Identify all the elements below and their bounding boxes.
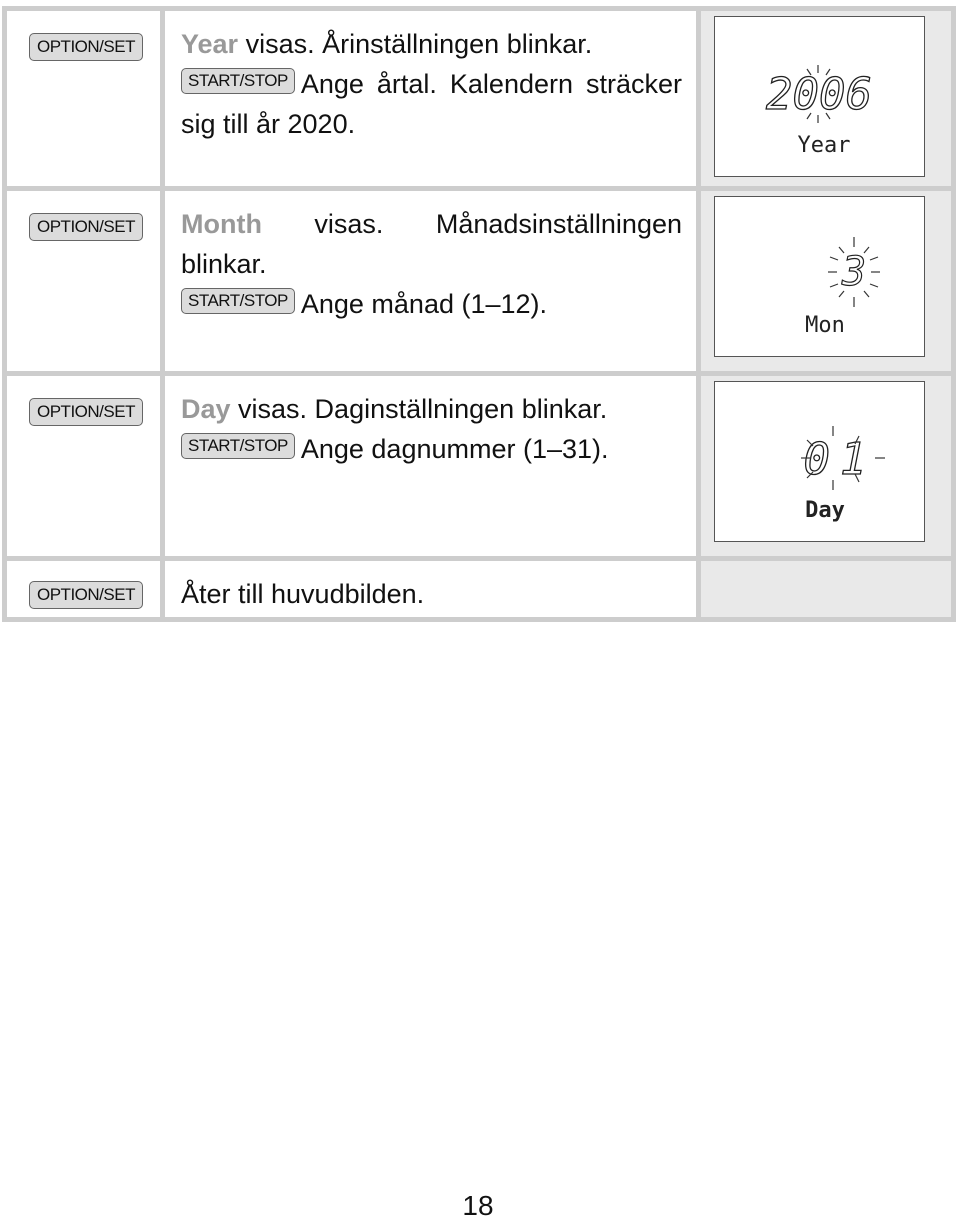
display-cell: 2006 Year <box>701 11 951 186</box>
key-cell: OPTION/SET <box>7 376 165 556</box>
description-text: Ange dagnummer (1–31). <box>300 434 609 464</box>
start-stop-key: START/STOP <box>181 287 295 314</box>
highlight-term: Month <box>181 209 262 239</box>
start-stop-key: START/STOP <box>181 432 295 459</box>
lcd-display-day: 01 Day <box>714 381 925 542</box>
highlight-term: Day <box>181 394 231 424</box>
display-cell: 3 Mon <box>701 191 951 371</box>
table-row-day: OPTION/SET Day visas. Daginställningen b… <box>7 376 951 561</box>
table-row-year: OPTION/SET Year visas. Årinställningen b… <box>7 11 951 191</box>
description-text: Ange månad (1–12). <box>300 289 548 319</box>
lcd-display-month: 3 Mon <box>714 196 925 357</box>
display-cell: 01 Day <box>701 376 951 556</box>
lcd-display-year: 2006 Year <box>714 16 925 177</box>
description-text: Åter till huvudbilden. <box>181 579 425 609</box>
key-cell: OPTION/SET <box>7 561 165 617</box>
option-set-key: OPTION/SET <box>29 581 143 609</box>
key-cell: OPTION/SET <box>7 191 165 371</box>
option-set-key: OPTION/SET <box>29 398 143 426</box>
lcd-month-graphic: 3 Mon <box>805 237 880 338</box>
table-row-month: OPTION/SET Month visas. Månadsinställnin… <box>7 191 951 376</box>
lcd-digits: 3 <box>841 249 866 295</box>
description-cell: Åter till huvudbilden. <box>165 561 701 617</box>
lcd-label: Year <box>798 133 851 158</box>
lcd-digits: 01 <box>804 434 877 485</box>
lcd-label: Day <box>805 498 845 523</box>
lcd-year-graphic: 2006 Year <box>765 65 873 158</box>
description-text: visas. Årinställningen blinkar. <box>238 29 593 59</box>
description-cell: Month visas. Månadsinställningen blinkar… <box>165 191 701 371</box>
key-cell: OPTION/SET <box>7 11 165 186</box>
description-cell: Year visas. Årinställningen blinkar. STA… <box>165 11 701 186</box>
instruction-table: OPTION/SET Year visas. Årinställningen b… <box>2 6 956 622</box>
description-cell: Day visas. Daginställningen blinkar. STA… <box>165 376 701 556</box>
option-set-key: OPTION/SET <box>29 33 143 61</box>
display-cell-empty <box>701 561 951 617</box>
highlight-term: Year <box>181 29 239 59</box>
lcd-day-graphic: 01 Day <box>801 426 885 523</box>
start-stop-key: START/STOP <box>181 67 295 94</box>
lcd-label: Mon <box>805 313 845 338</box>
page-number: 18 <box>462 1190 494 1221</box>
description-text: visas. Daginställningen blinkar. <box>230 394 608 424</box>
lcd-digits: 2006 <box>766 69 872 120</box>
table-row-return: OPTION/SET Åter till huvudbilden. <box>7 561 951 617</box>
option-set-key: OPTION/SET <box>29 213 143 241</box>
